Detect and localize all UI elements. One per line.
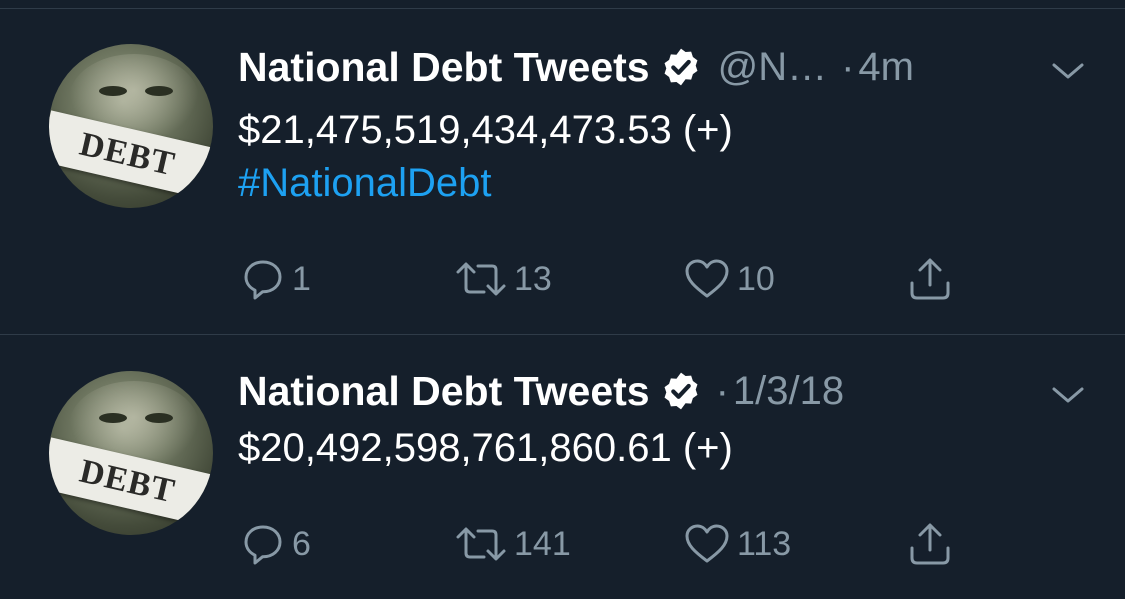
reply-button[interactable]: 6 [240,519,311,569]
share-button[interactable] [906,519,954,569]
avatar[interactable]: DEBT [49,44,213,208]
retweet-count: 13 [514,259,552,298]
timestamp[interactable]: 1/3/18 [733,369,844,414]
reply-button[interactable]: 1 [240,254,311,304]
share-icon [910,523,950,565]
author-name[interactable]: National Debt Tweets [238,368,650,415]
like-button[interactable]: 113 [683,519,791,569]
like-icon [685,259,729,298]
like-count: 113 [737,524,792,563]
author-handle[interactable]: @N… [718,45,828,90]
verified-badge-icon [664,372,698,410]
tweet-header: National Debt Tweets @N… · 4m [238,37,914,97]
separator-dot: · [715,368,729,413]
tweet-actions: 1 13 10 [238,254,998,304]
verified-badge-icon [664,48,698,86]
tweet[interactable]: DEBT National Debt Tweets @N… · 4m $21,4… [0,9,1125,335]
retweet-count: 141 [514,524,571,563]
timestamp[interactable]: 4m [858,45,914,90]
tweet-actions: 6 141 113 [238,519,998,569]
hashtag-link[interactable]: #NationalDebt [238,161,492,206]
retweet-button[interactable]: 141 [454,519,571,569]
retweet-icon [456,262,506,296]
tweet-header: National Debt Tweets · 1/3/18 [238,361,844,421]
avatar[interactable]: DEBT [49,371,213,535]
reply-icon [244,260,282,300]
reply-count: 6 [292,524,311,563]
like-icon [685,524,729,563]
reply-count: 1 [292,259,311,298]
like-count: 10 [737,259,775,298]
retweet-button[interactable]: 13 [454,254,552,304]
author-name[interactable]: National Debt Tweets [238,44,650,91]
tweet-text: $20,492,598,761,860.61 (+) [238,426,733,470]
tweet-text: $21,475,519,434,473.53 (+) [238,108,733,152]
reply-icon [244,525,282,565]
tweet[interactable]: DEBT National Debt Tweets · 1/3/18 $20,4… [0,335,1125,599]
chevron-down-icon[interactable] [1051,61,1085,81]
share-icon [910,258,950,300]
chevron-down-icon[interactable] [1051,385,1085,405]
like-button[interactable]: 10 [683,254,775,304]
separator-dot: · [841,44,855,89]
retweet-icon [456,527,506,561]
share-button[interactable] [906,254,954,304]
